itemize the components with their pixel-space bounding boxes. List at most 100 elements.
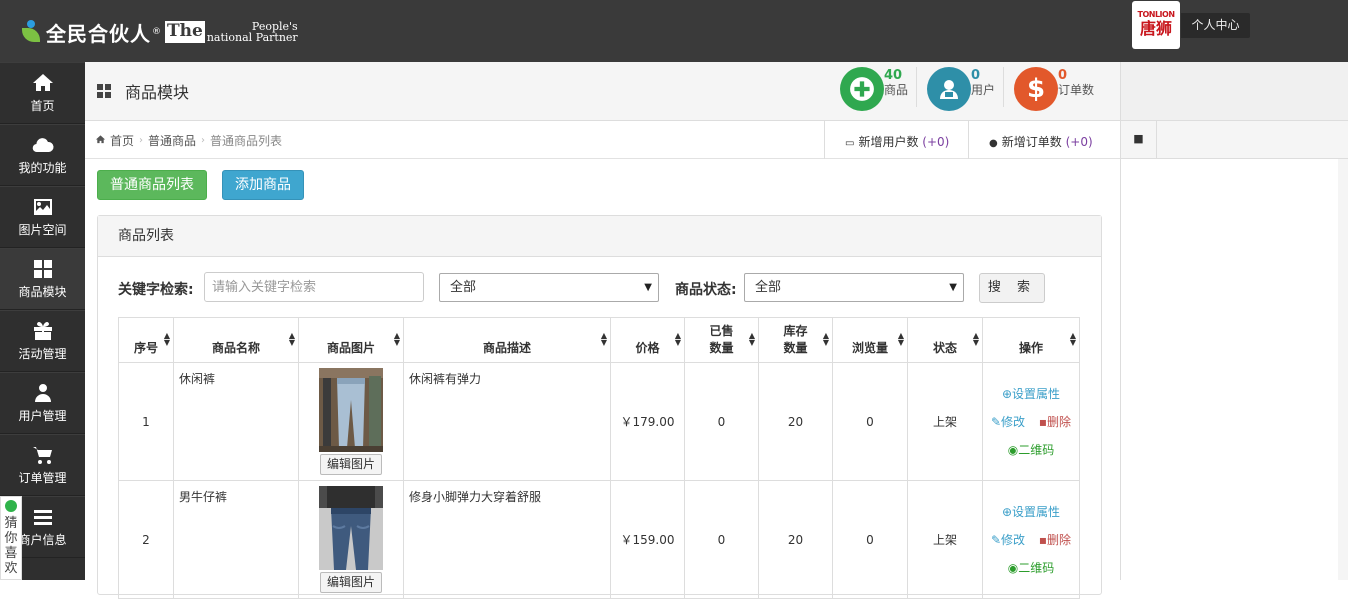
goods-table: 序号 ▲ ▼ 商品名称 ▲ ▼ 商品图片 ▲ ▼ 商品描述 ▲ ▼ 价格 ▲ ▼ 已售数量 ▲ ▼ 库存… (118, 317, 1080, 599)
goods-list-button[interactable]: 普通商品列表 (97, 170, 207, 200)
qr-code-link[interactable]: ◉二维码 (983, 436, 1079, 464)
sidebar-item-label: 我的功能 (18, 161, 67, 175)
right-panel (1120, 159, 1338, 580)
column-header-sold[interactable]: 已售数量 ▲ ▼ (684, 317, 759, 363)
new-orders-stat[interactable]: ● 新增订单数 (+0) (968, 121, 1120, 159)
product-thumbnail-casual-pants[interactable] (319, 368, 383, 452)
cell-sold: 0 (684, 362, 759, 481)
column-header-views[interactable]: 浏览量 ▲ ▼ (832, 317, 908, 363)
user-card-icon (927, 67, 971, 111)
logo-the: The (165, 21, 205, 43)
eye-icon: ◉ (1007, 560, 1019, 575)
cell-name: 男牛仔裤 (173, 480, 299, 599)
product-thumbnail-jeans[interactable] (319, 486, 383, 570)
keyword-search-input[interactable] (204, 272, 424, 302)
comment-tab[interactable]: ■ (1121, 121, 1157, 158)
cell-actions: ⊕设置属性 ✎修改 ▪删除 ◉二维码 (982, 362, 1080, 481)
page-title-text: 商品模块 (125, 83, 190, 102)
status-select[interactable]: 全部 ▼ (744, 273, 964, 302)
breadcrumb-goods[interactable]: 普通商品 (148, 132, 196, 149)
sort-icon: ▲ ▼ (972, 331, 979, 347)
column-header-index[interactable]: 序号 ▲ ▼ (118, 317, 174, 363)
delete-link[interactable]: ▪删除 (1039, 415, 1071, 429)
edit-image-button[interactable]: 编辑图片 (319, 454, 382, 475)
edit-link[interactable]: ✎修改 (991, 415, 1025, 429)
sidebar-item-my-functions[interactable]: 我的功能 (0, 124, 85, 186)
sidebar-item-label: 图片空间 (18, 223, 67, 237)
app-logo[interactable]: 全民合伙人 ® The People's national Partner (22, 18, 298, 46)
column-header-label: 序号 (133, 341, 158, 355)
add-goods-button[interactable]: 添加商品 (222, 170, 304, 200)
sidebar-item-image-space[interactable]: 图片空间 (0, 186, 85, 248)
sort-icon: ▲ ▼ (600, 331, 607, 347)
column-header-label: 状态 (932, 341, 957, 355)
divider (916, 67, 917, 107)
edit-link[interactable]: ✎修改 (991, 533, 1025, 547)
cell-actions: ⊕设置属性 ✎修改 ▪删除 ◉二维码 (982, 480, 1080, 599)
grid-icon (97, 84, 111, 98)
breadcrumb-home[interactable]: 首页 (110, 132, 134, 149)
right-panel-tabs: ■ (1120, 121, 1348, 159)
user-icon (0, 381, 85, 405)
plus-icon (840, 67, 884, 111)
delete-link[interactable]: ▪删除 (1039, 533, 1071, 547)
sidebar-item-label: 商户信息 (18, 533, 67, 547)
column-header-name[interactable]: 商品名称 ▲ ▼ (173, 317, 299, 363)
set-attribute-link[interactable]: ⊕设置属性 (983, 498, 1079, 526)
column-header-stock[interactable]: 库存数量 ▲ ▼ (758, 317, 833, 363)
home-icon (95, 134, 106, 148)
column-header-label: 商品描述 (482, 341, 531, 355)
new-users-count: (+0) (922, 135, 950, 149)
sort-icon: ▲ ▼ (674, 331, 681, 347)
stat-users[interactable]: 0 用户 (927, 67, 995, 111)
cell-index: 2 (118, 480, 174, 599)
edit-label: 修改 (1001, 532, 1026, 547)
logo-registered-mark: ® (152, 27, 161, 37)
sidebar-item-label: 首页 (30, 99, 55, 113)
guess-you-like-widget[interactable]: 猜你喜欢 (0, 496, 22, 580)
logo-english-line2: national Partner (206, 31, 298, 44)
sort-icon: ▲ ▼ (748, 331, 755, 347)
new-users-label: 新增用户数 (858, 135, 919, 149)
brand-logo-en: TONLION (1137, 10, 1175, 19)
column-header-desc[interactable]: 商品描述 ▲ ▼ (403, 317, 611, 363)
category-select[interactable]: 全部 ▼ (439, 273, 659, 302)
column-header-image[interactable]: 商品图片 ▲ ▼ (298, 317, 404, 363)
sort-icon: ▲ ▼ (163, 331, 170, 347)
column-header-label: 价格 (635, 341, 660, 355)
eye-icon: ◉ (1007, 442, 1019, 457)
set-attribute-link[interactable]: ⊕设置属性 (983, 380, 1079, 408)
picture-icon (0, 195, 85, 219)
breadcrumb: 首页 › 普通商品 › 普通商品列表 (95, 132, 282, 149)
edit-image-button[interactable]: 编辑图片 (319, 572, 382, 593)
user-small-icon: ● (989, 138, 998, 149)
column-header-status[interactable]: 状态 ▲ ▼ (907, 317, 983, 363)
search-button[interactable]: 搜 索 (979, 273, 1045, 303)
trash-icon: ▪ (1038, 532, 1048, 547)
qr-code-link[interactable]: ◉二维码 (983, 554, 1079, 582)
grid-icon (0, 257, 85, 281)
column-header-label: 商品图片 (326, 341, 375, 355)
scrollbar[interactable] (1338, 159, 1348, 580)
stat-orders[interactable]: $ 0 订单数 (1014, 67, 1094, 111)
cell-name: 休闲裤 (173, 362, 299, 481)
new-users-stat[interactable]: ▭ 新增用户数 (+0) (824, 121, 969, 159)
sidebar-item-activity[interactable]: 活动管理 (0, 310, 85, 372)
stat-goods[interactable]: 40 商品 (840, 67, 908, 111)
column-header-actions[interactable]: 操作 ▲ ▼ (982, 317, 1080, 363)
sidebar-item-goods-module[interactable]: 商品模块 (0, 248, 85, 310)
column-header-label: 已售数量 (709, 324, 734, 355)
stat-goods-label: 商品 (884, 83, 909, 97)
column-header-price[interactable]: 价格 ▲ ▼ (610, 317, 685, 363)
breadcrumb-current: 普通商品列表 (210, 134, 283, 148)
user-center-button[interactable]: 个人中心 (1181, 13, 1250, 38)
sidebar-item-orders[interactable]: 订单管理 (0, 434, 85, 496)
sidebar-item-users[interactable]: 用户管理 (0, 372, 85, 434)
sort-icon: ▲ ▼ (897, 331, 904, 347)
sidebar-item-home[interactable]: 首页 (0, 62, 85, 124)
column-header-label: 浏览量 (851, 341, 888, 355)
brand-logo[interactable]: TONLION 唐狮 (1132, 1, 1180, 49)
gift-icon (0, 319, 85, 343)
table-row: 2 男牛仔裤 编辑图片 修身小脚弹力大穿着舒服 ￥159.00 0 20 0 上… (118, 480, 1080, 599)
table-row: 1 休闲裤 编辑图片 休闲裤有弹力 ￥179.00 0 20 0 上架 ⊕设置属… (118, 362, 1080, 481)
